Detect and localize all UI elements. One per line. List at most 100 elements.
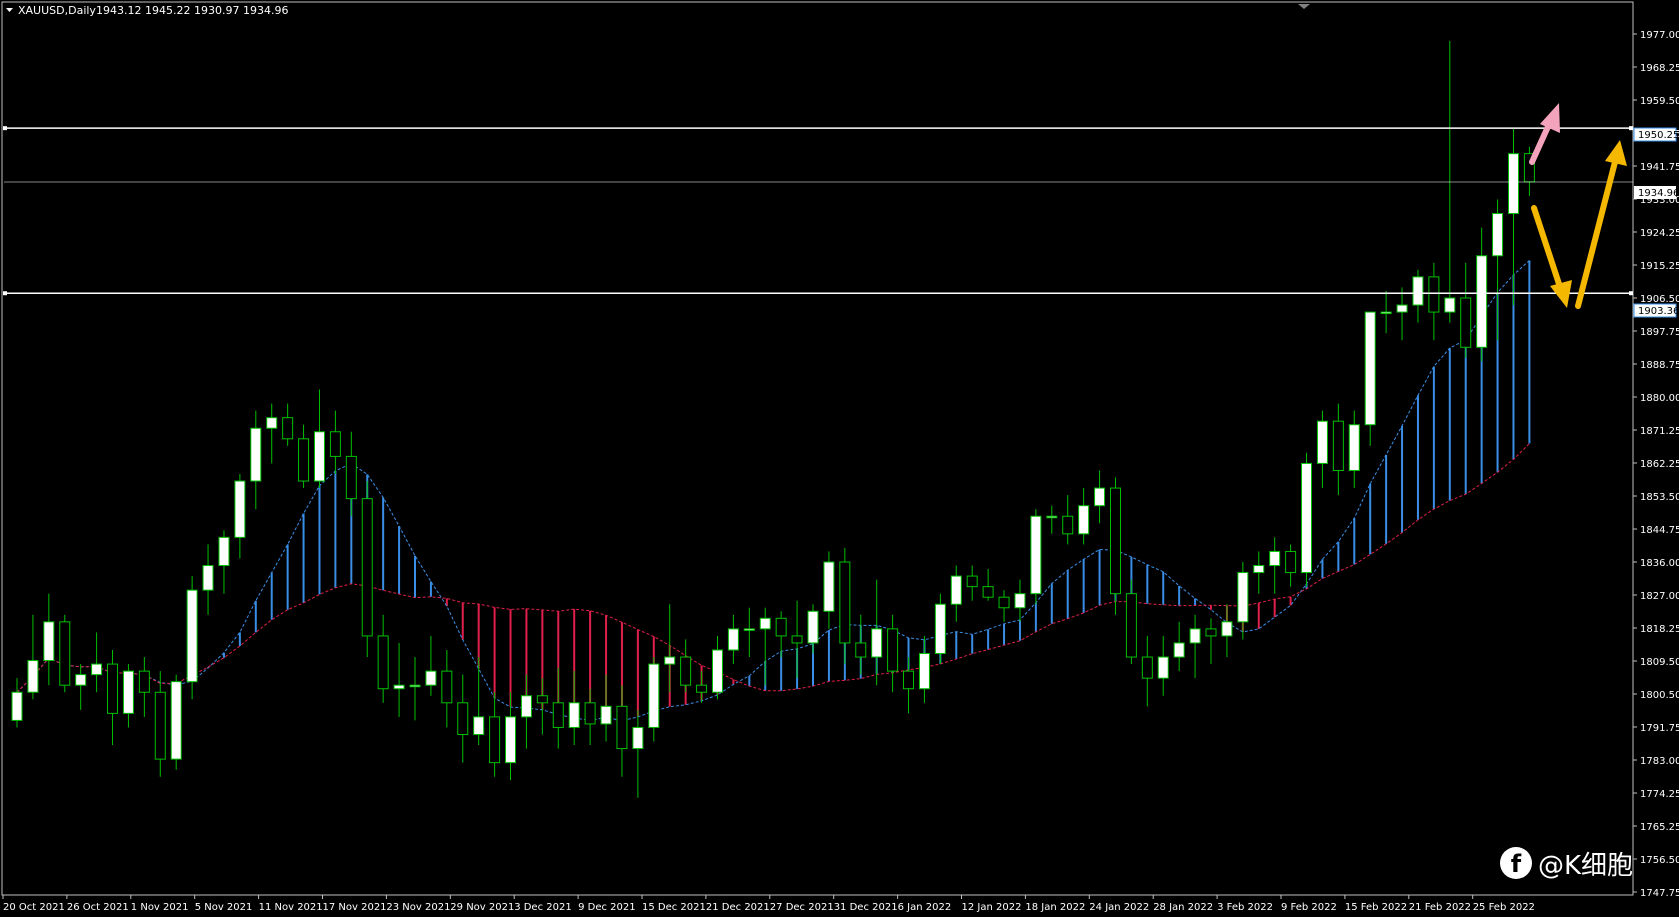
candle — [1205, 618, 1217, 665]
candle-body — [313, 431, 325, 482]
candle — [59, 614, 71, 693]
candle — [1396, 287, 1408, 341]
candle — [1125, 579, 1137, 665]
candle-body — [568, 702, 580, 728]
candle — [1412, 269, 1424, 323]
date-label: 24 Jan 2022 — [1089, 902, 1149, 913]
arrow-up-pink-icon — [1529, 103, 1560, 165]
candle — [1062, 495, 1074, 545]
candle-body — [1014, 593, 1026, 609]
date-label: 20 Oct 2021 — [3, 902, 65, 913]
candle-body — [202, 565, 214, 591]
candle-body — [298, 438, 310, 482]
candle — [409, 657, 421, 721]
candle-body — [1316, 420, 1328, 464]
candle-body — [1492, 213, 1504, 257]
candle — [727, 614, 739, 665]
horizontal-levels[interactable] — [3, 126, 1633, 296]
candle — [345, 431, 357, 517]
candle — [552, 667, 564, 749]
candle — [584, 688, 596, 746]
candle — [600, 674, 612, 742]
candle-body — [950, 575, 962, 605]
price-label: 1880.00 — [1640, 393, 1679, 404]
date-label: 11 Nov 2021 — [259, 902, 323, 913]
price-label: 1871.25 — [1640, 426, 1679, 437]
current-price-tag: 1934.96 — [1638, 188, 1679, 199]
candle-body — [584, 702, 596, 725]
date-label: 3 Dec 2021 — [514, 902, 572, 913]
price-label: 1747.75 — [1640, 888, 1679, 899]
price-scale: 1977.001968.251959.501950.251941.751933.… — [1633, 30, 1679, 899]
candle-body — [1157, 656, 1169, 679]
candle-body — [1078, 505, 1090, 535]
candle-body — [1221, 621, 1233, 637]
chart-header[interactable]: XAUUSD,Daily 1943.12 1945.22 1930.97 193… — [6, 4, 288, 17]
price-label: 1853.50 — [1640, 492, 1679, 503]
price-label: 1836.00 — [1640, 558, 1679, 569]
candle-body — [11, 691, 23, 721]
candle-body — [1412, 276, 1424, 306]
candle — [1157, 635, 1169, 696]
candle-body — [1046, 515, 1058, 519]
candle — [1476, 227, 1488, 362]
candle — [998, 590, 1010, 622]
candle — [441, 650, 453, 728]
candle-body — [887, 628, 899, 672]
candlesticks — [11, 41, 1535, 798]
date-label: 12 Jan 2022 — [962, 902, 1022, 913]
candle — [473, 657, 485, 746]
candle-body — [823, 561, 835, 612]
candle — [1332, 403, 1344, 496]
date-label: 31 Dec 2021 — [834, 902, 898, 913]
date-label: 29 Nov 2021 — [450, 902, 514, 913]
candle — [27, 614, 39, 700]
candle-body — [170, 681, 182, 760]
upper-level-tag: 1950.25 — [1638, 130, 1679, 141]
date-label: 3 Feb 2022 — [1217, 902, 1273, 913]
price-label: 1906.50 — [1640, 294, 1679, 305]
level-handle — [3, 291, 7, 296]
date-label: 21 Dec 2021 — [706, 902, 770, 913]
date-label: 6 Jan 2022 — [898, 902, 952, 913]
scroll-marker-icon[interactable] — [1298, 4, 1310, 9]
candle-body — [966, 575, 978, 588]
candle-body — [154, 691, 166, 760]
candle — [1269, 537, 1281, 594]
candle-body — [855, 642, 867, 658]
candle-body — [43, 621, 55, 662]
date-label: 27 Dec 2021 — [770, 902, 834, 913]
ohlc-values: 1943.12 1945.22 1930.97 1934.96 — [96, 4, 288, 17]
price-chart[interactable]: 1977.001968.251959.501950.251941.751933.… — [0, 0, 1679, 917]
date-label: 23 Nov 2021 — [386, 902, 450, 913]
candle-body — [1285, 550, 1297, 574]
date-label: 21 Feb 2022 — [1409, 902, 1471, 913]
symbol-dropdown-icon[interactable] — [6, 8, 13, 12]
candle-body — [1141, 656, 1153, 679]
level-handle — [1629, 126, 1633, 131]
candle-body — [218, 536, 230, 567]
candle-body — [457, 702, 469, 735]
candle — [266, 403, 278, 464]
candle — [743, 607, 755, 658]
price-label: 1809.50 — [1640, 657, 1679, 668]
candle-body — [1189, 628, 1201, 644]
candle — [1046, 505, 1058, 534]
date-label: 15 Feb 2022 — [1345, 902, 1407, 913]
candle-body — [520, 695, 532, 718]
candle — [250, 410, 262, 510]
candle — [1253, 551, 1265, 594]
candle-body — [743, 628, 755, 631]
price-label: 1774.25 — [1640, 789, 1679, 800]
candle-body — [1444, 297, 1456, 313]
facebook-icon: f — [1500, 847, 1532, 879]
candle-body — [1380, 311, 1392, 315]
date-label: 28 Jan 2022 — [1153, 902, 1213, 913]
candle — [696, 671, 708, 703]
candle — [887, 614, 899, 693]
candle-body — [1396, 304, 1408, 313]
candle — [1030, 509, 1042, 605]
candle — [520, 674, 532, 749]
candle-body — [1173, 642, 1185, 658]
candle-body — [759, 617, 771, 630]
